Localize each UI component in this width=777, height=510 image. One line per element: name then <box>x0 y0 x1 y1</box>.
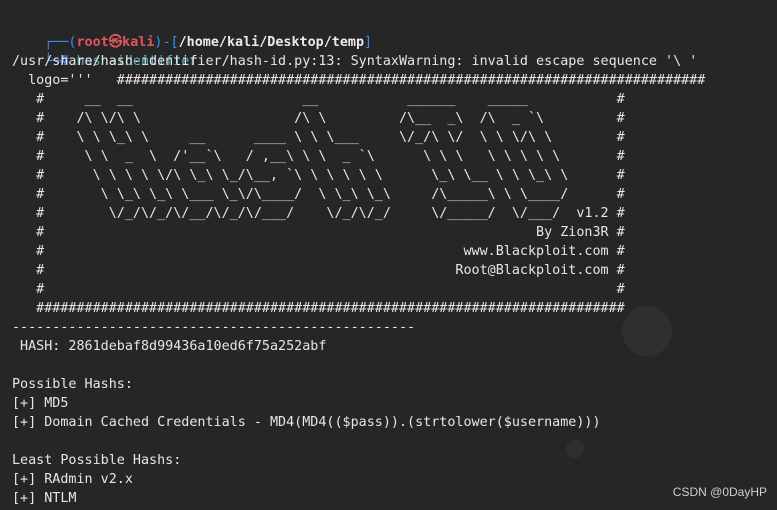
separator-line: ----------------------------------------… <box>12 320 416 335</box>
ghost-round-icon <box>566 440 584 458</box>
logo-line: # \ \ _ \ /'__`\ / ,__\ \ \ _ `\ \ \ \ \… <box>12 149 625 164</box>
csdn-watermark: CSDN @0DayHP <box>672 485 767 499</box>
logo-line: # /\ \/\ \ /\ \ /\__ _\ /\ _ `\ # <box>12 111 625 126</box>
least-possible-hashes-header: Least Possible Hashs: <box>12 453 182 468</box>
command-line[interactable]: └─# hash-identifier <box>12 33 197 69</box>
possible-hash-item: [+] Domain Cached Credentials - MD4(MD4(… <box>12 415 601 430</box>
prompt-path: /home/kali/Desktop/temp <box>178 35 365 50</box>
logo-line: # __ __ __ ______ _____ # <box>12 92 625 107</box>
terminal-window[interactable]: ┌──(root㉿kali)-[/home/kali/Desktop/temp]… <box>0 0 777 510</box>
logo-line: # \ \_\ \_\ \___ \_\/\____/ \ \_\ \_\ /\… <box>12 187 625 202</box>
logo-line: logo=''' ###############################… <box>12 73 706 88</box>
logo-line: # \/_/\/_/\/__/\/_/\/___/ \/_/\/_/ \/___… <box>12 206 625 221</box>
syntax-warning: /usr/share/hash-identifier/hash-id.py:13… <box>12 54 698 69</box>
prompt-line: ┌──(root㉿kali)-[/home/kali/Desktop/temp] <box>12 14 372 50</box>
possible-hashes-header: Possible Hashs: <box>12 377 133 392</box>
possible-hash-item: [+] MD5 <box>12 396 69 411</box>
logo-line: # By Zion3R # <box>12 225 625 240</box>
least-possible-hash-item: [+] NTLM <box>12 491 77 506</box>
ghost-avatar-icon <box>622 306 672 356</box>
logo-line: # \ \ \_\ \ __ ____ \ \ \___ \/_/\ \/ \ … <box>12 130 625 145</box>
logo-line: # \ \ \ \ \/\ \_\ \_/\__, `\ \ \ \ \ \ \… <box>12 168 625 183</box>
logo-line: ########################################… <box>12 301 625 316</box>
prompt-path-close: ] <box>364 35 373 50</box>
logo-line: # # <box>12 282 625 297</box>
logo-line: # Root@Blackploit.com # <box>12 263 625 278</box>
logo-line: # www.Blackploit.com # <box>12 244 625 259</box>
hash-value: HASH: 2861debaf8d99436a10ed6f75a252abf <box>12 339 327 354</box>
least-possible-hash-item: [+] RAdmin v2.x <box>12 472 133 487</box>
